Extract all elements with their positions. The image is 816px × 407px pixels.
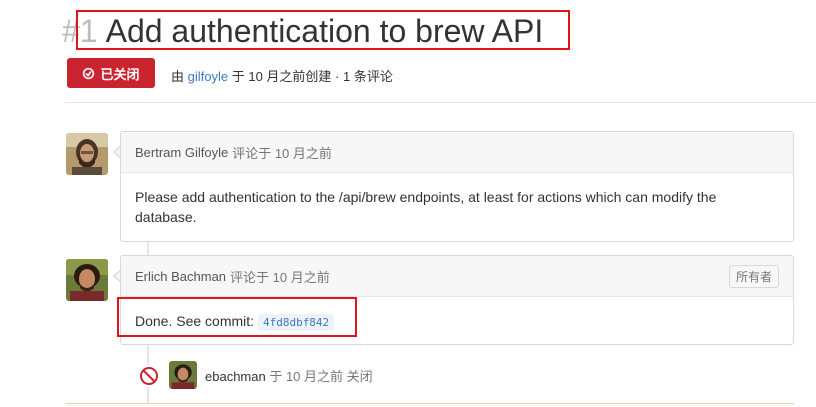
avatar-ebachman[interactable] bbox=[169, 361, 197, 389]
comment-time[interactable]: 评论于 10 月之前 bbox=[232, 143, 332, 162]
status-badge-closed: 已关闭 bbox=[67, 58, 155, 88]
issue-author-link[interactable]: gilfoyle bbox=[188, 69, 228, 84]
comment-body: Please add authentication to the /api/br… bbox=[135, 189, 717, 225]
comment-1: Bertram Gilfoyle 评论于 10 月之前 Please add a… bbox=[120, 131, 794, 242]
issue-closed-icon bbox=[82, 67, 95, 80]
comment-author[interactable]: Erlich Bachman bbox=[135, 269, 226, 284]
closed-event-icon bbox=[138, 365, 160, 387]
commit-highlight-box bbox=[117, 297, 357, 337]
next-comment-box-partial bbox=[66, 403, 794, 407]
event-action: 关闭 bbox=[346, 369, 373, 384]
status-label: 已关闭 bbox=[100, 66, 140, 82]
header-divider bbox=[66, 102, 816, 103]
comment-header: Erlich Bachman 评论于 10 月之前 所有者 bbox=[121, 256, 793, 297]
title-highlight-box bbox=[76, 10, 570, 50]
avatar-gilfoyle[interactable] bbox=[66, 133, 108, 175]
issue-meta: 由 gilfoyle 于 10 月之前创建 · 1 条评论 bbox=[171, 66, 393, 85]
comment-author[interactable]: Bertram Gilfoyle bbox=[135, 145, 228, 160]
event-actor[interactable]: ebachman bbox=[205, 369, 266, 384]
closed-event-line: ebachman 于 10 月之前 关闭 bbox=[205, 366, 373, 385]
event-time[interactable]: 于 10 月之前 bbox=[269, 369, 343, 384]
meta-prefix: 由 bbox=[171, 69, 185, 84]
meta-created-text: 于 10 月之前创建 · 1 条评论 bbox=[231, 69, 393, 84]
avatar-bachman[interactable] bbox=[66, 259, 108, 301]
owner-badge: 所有者 bbox=[728, 264, 779, 288]
comment-header: Bertram Gilfoyle 评论于 10 月之前 bbox=[121, 132, 793, 173]
comment-time[interactable]: 评论于 10 月之前 bbox=[230, 267, 330, 286]
